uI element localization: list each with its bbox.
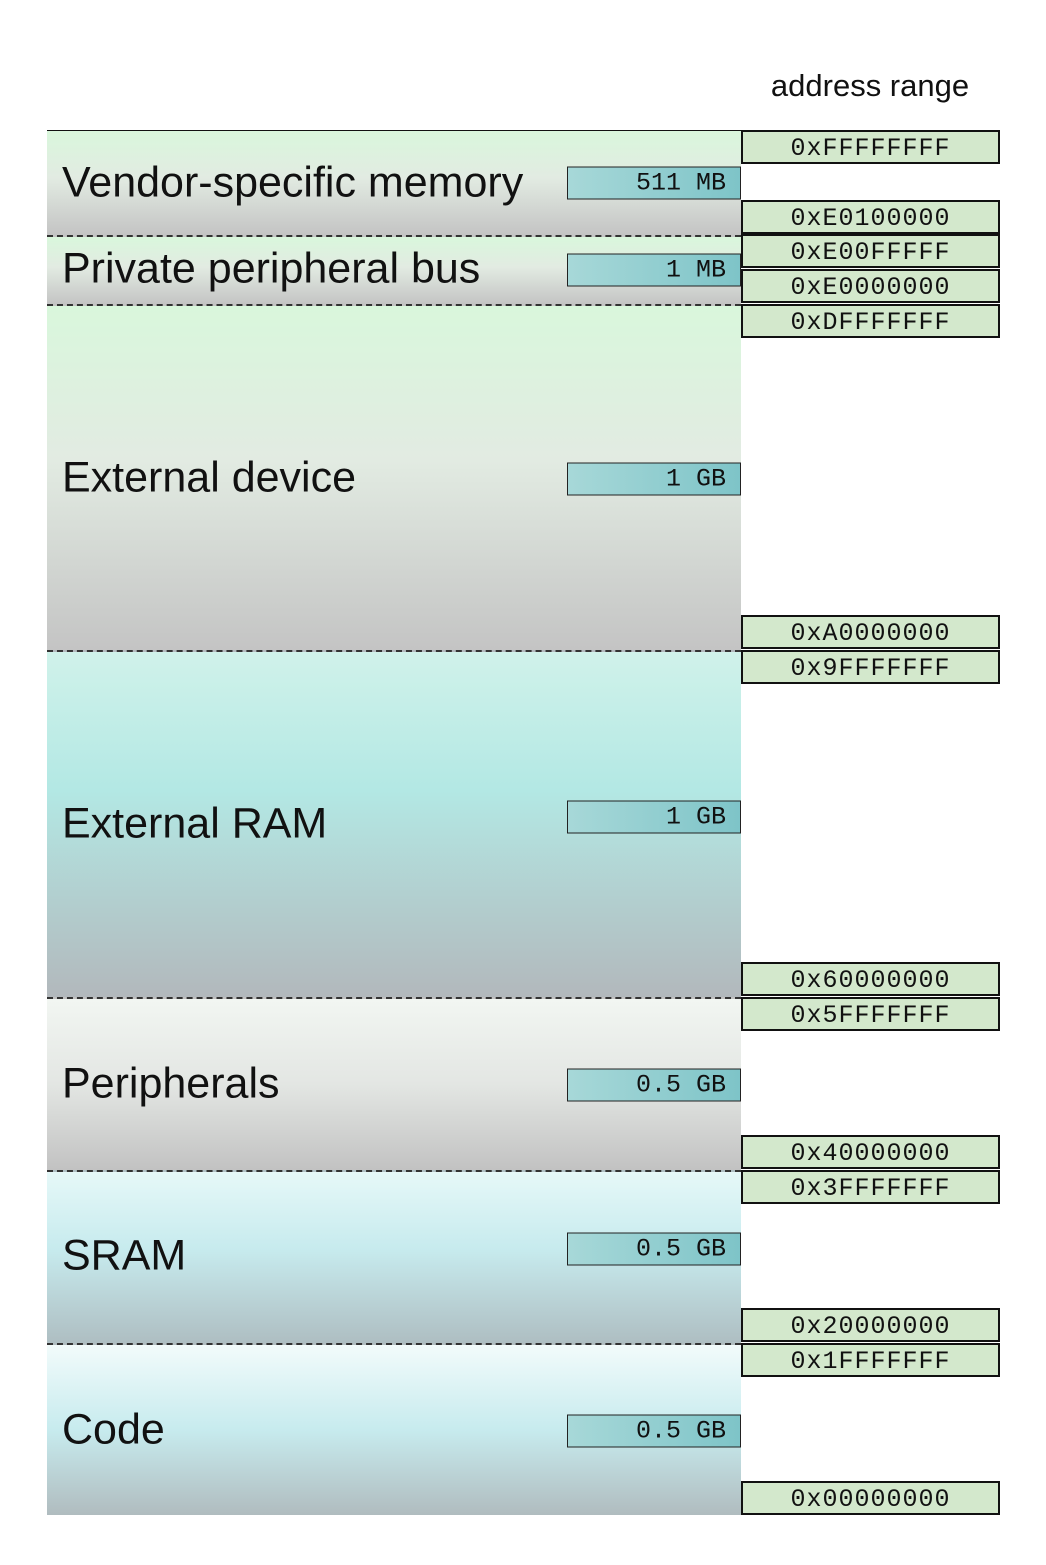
address-label: 0xFFFFFFFF [741, 130, 1000, 164]
region-label: External RAM [62, 799, 328, 848]
region-size: 511 MB [567, 166, 741, 200]
region-label: Peripherals [62, 1059, 280, 1108]
address-label: 0x9FFFFFFF [741, 650, 1000, 684]
address-label: 0x00000000 [741, 1481, 1000, 1515]
region-label: Private peripheral bus [62, 244, 481, 293]
address-label: 0xDFFFFFFF [741, 304, 1000, 338]
region-size: 1 MB [567, 253, 741, 287]
address-label: 0x1FFFFFFF [741, 1343, 1000, 1377]
region-size: 1 GB [567, 800, 741, 834]
address-label: 0xE0100000 [741, 200, 1000, 234]
address-label: 0x5FFFFFFF [741, 997, 1000, 1031]
region-label: SRAM [62, 1231, 187, 1280]
region-vendor-specific-memory: Vendor-specific memory 511 MB [47, 131, 741, 235]
region-size: 1 GB [567, 462, 741, 496]
region-size: 0.5 GB [567, 1068, 741, 1102]
address-label: 0xA0000000 [741, 615, 1000, 649]
address-label: 0x3FFFFFFF [741, 1170, 1000, 1204]
address-label: 0xE0000000 [741, 269, 1000, 303]
region-sram: SRAM 0.5 GB [47, 1170, 741, 1343]
region-label: Vendor-specific memory [62, 158, 524, 207]
address-label: 0x60000000 [741, 962, 1000, 996]
address-range-heading: address range [770, 68, 970, 103]
region-external-device: External device 1 GB [47, 304, 741, 650]
region-size: 0.5 GB [567, 1414, 741, 1448]
region-label: External device [62, 453, 356, 502]
region-peripherals: Peripherals 0.5 GB [47, 997, 741, 1170]
address-label: 0xE00FFFFF [741, 234, 1000, 268]
region-code: Code 0.5 GB [47, 1343, 741, 1515]
region-external-ram: External RAM 1 GB [47, 650, 741, 997]
address-label: 0x40000000 [741, 1135, 1000, 1169]
region-private-peripheral-bus: Private peripheral bus 1 MB [47, 235, 741, 304]
region-size: 0.5 GB [567, 1232, 741, 1266]
address-label: 0x20000000 [741, 1308, 1000, 1342]
region-label: Code [62, 1405, 165, 1454]
